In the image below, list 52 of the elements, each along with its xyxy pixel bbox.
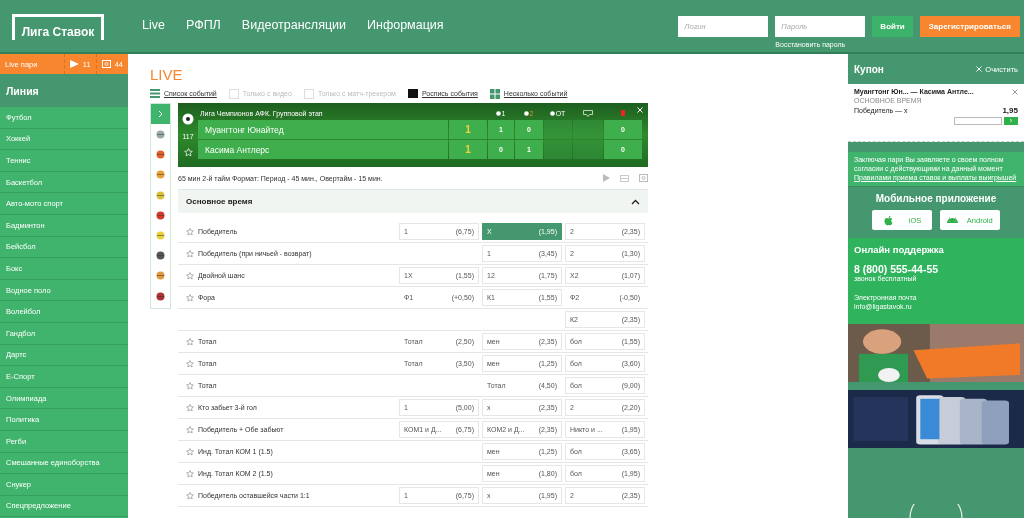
star-icon[interactable] (186, 447, 194, 456)
seal-icon (906, 504, 966, 518)
sidebar-title: Линия (0, 74, 128, 107)
team-name: Касима Антлерс (198, 140, 448, 159)
ball-icon[interactable] (156, 271, 165, 281)
ball-icon[interactable] (156, 230, 165, 240)
star-icon[interactable] (186, 249, 194, 258)
caret-icon (631, 198, 640, 205)
star-icon[interactable] (186, 227, 194, 236)
ball-icon[interactable] (156, 190, 165, 200)
star-icon[interactable] (186, 271, 194, 280)
login-button[interactable]: Войти (872, 16, 913, 37)
score-cell: 1 (449, 120, 487, 139)
star-icon[interactable] (186, 359, 194, 368)
score-cell: 1 (449, 140, 487, 159)
nav-link[interactable]: Видеотрансляции (241, 18, 347, 32)
android-icon (947, 214, 959, 226)
mobile-title: Мобильное приложение (875, 193, 997, 205)
penalty-card-icon (620, 110, 625, 116)
close-icon (976, 66, 983, 72)
star-icon[interactable] (186, 425, 194, 434)
star-icon[interactable] (186, 293, 194, 302)
register-button[interactable]: Зарегистрироваться (919, 16, 1020, 37)
bet-odds: 1,95 (1002, 106, 1018, 115)
star-icon[interactable] (186, 403, 194, 412)
star-icon[interactable] (186, 337, 194, 346)
nav-link[interactable]: РФПЛ (185, 18, 221, 32)
phone-number: 8 (800) 555-44-55 (854, 263, 940, 276)
list-icon (150, 89, 160, 98)
section-header[interactable]: Основное время (178, 189, 648, 213)
ball-icon[interactable] (156, 170, 165, 180)
coupon-title: Купон (854, 63, 884, 75)
nav-link[interactable]: Информация (367, 18, 444, 32)
star-icon[interactable] (186, 469, 194, 478)
nav-link[interactable]: Live (142, 18, 165, 32)
logo[interactable]: Лига Ставок (12, 14, 104, 40)
rows-icon (407, 89, 418, 98)
flag-icon (582, 109, 593, 117)
support-title: Онлайн поддержка (854, 244, 945, 256)
star-icon[interactable] (186, 491, 194, 500)
play-icon (69, 60, 79, 68)
team-name: Муангтонг Юнайтед (198, 120, 448, 139)
play-icon[interactable] (603, 174, 610, 182)
page-title: LIVE (150, 66, 184, 85)
grid-icon (489, 88, 500, 99)
apple-icon (882, 214, 894, 226)
chevron-icon (158, 110, 163, 118)
star-icon[interactable] (186, 381, 194, 390)
stake-field[interactable] (954, 117, 1002, 125)
screen-icon (101, 60, 111, 68)
screen-icon[interactable] (639, 174, 648, 182)
tracker-icon[interactable] (620, 174, 629, 182)
